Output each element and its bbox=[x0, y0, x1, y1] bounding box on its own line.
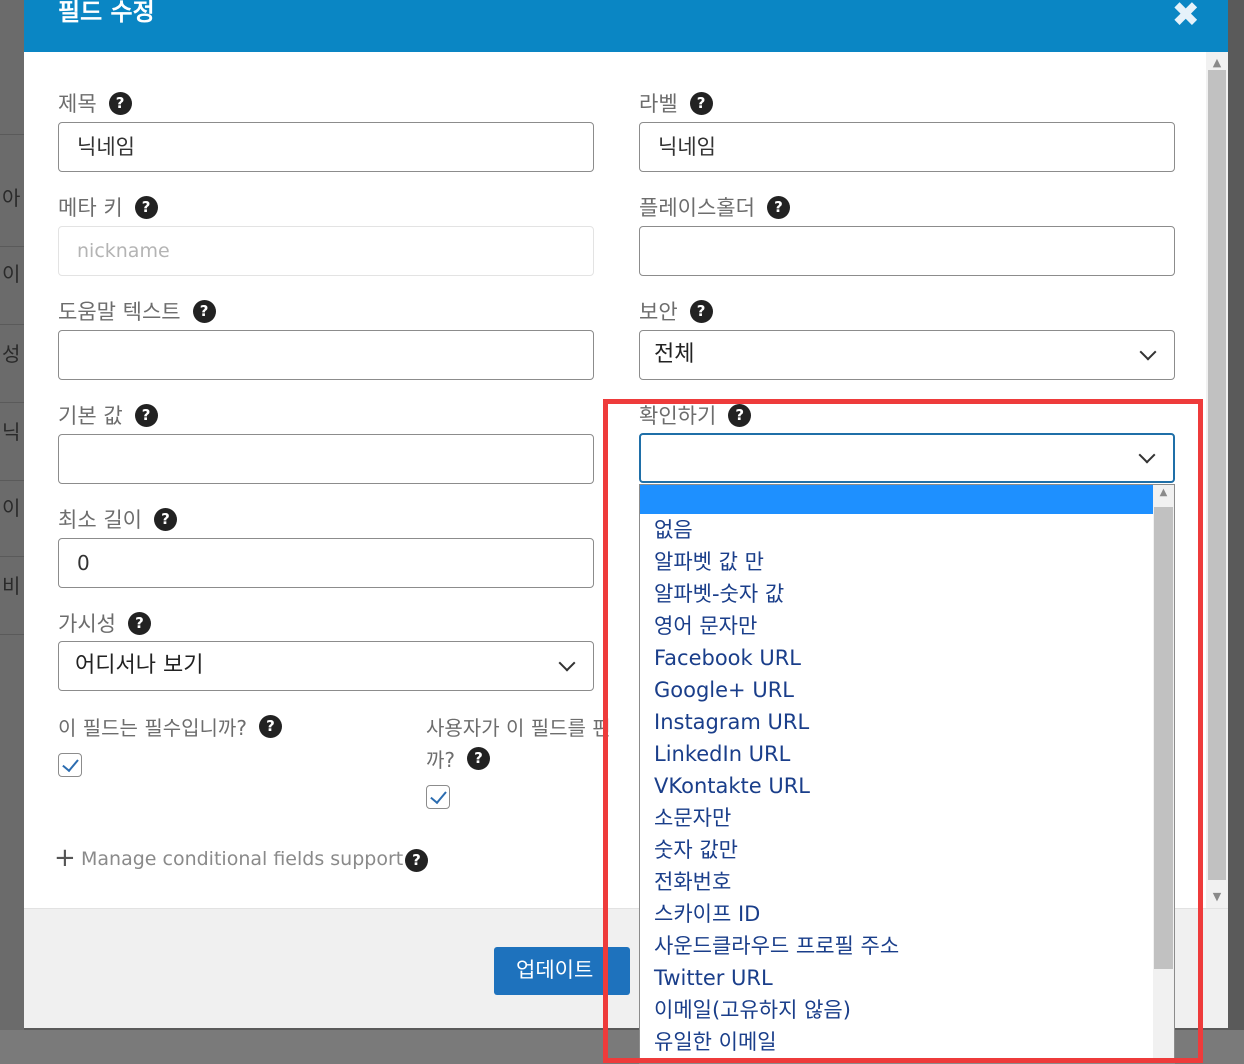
meta-key-input: nickname bbox=[58, 226, 594, 276]
meta-key-label: 메타 키 ? bbox=[58, 192, 158, 222]
dropdown-option[interactable]: LinkedIn URL bbox=[640, 738, 1153, 770]
help-icon[interactable]: ? bbox=[405, 849, 428, 872]
required-label: 이 필드는 필수입니까? ? bbox=[58, 712, 282, 741]
min-length-label: 최소 길이 ? bbox=[58, 504, 177, 534]
plus-icon[interactable]: + bbox=[54, 843, 76, 873]
default-value-input[interactable] bbox=[58, 434, 594, 484]
editable-label-line2: 까? ? bbox=[426, 744, 491, 773]
help-icon[interactable]: ? bbox=[467, 747, 491, 770]
help-icon[interactable]: ? bbox=[134, 403, 158, 427]
modal-scrollbar[interactable]: ▲ ▼ bbox=[1206, 52, 1228, 908]
close-icon[interactable]: ✖ bbox=[1172, 0, 1201, 32]
background-text: 아 bbox=[2, 186, 21, 210]
chevron-down-icon bbox=[1138, 446, 1156, 464]
dropdown-option[interactable]: 유일한 이메일 bbox=[640, 1026, 1153, 1058]
dropdown-option[interactable]: 소문자만 bbox=[640, 802, 1153, 834]
dropdown-option[interactable]: 전화번호 bbox=[640, 866, 1153, 898]
scroll-up-icon[interactable]: ▲ bbox=[1206, 56, 1228, 69]
help-icon[interactable]: ? bbox=[766, 195, 790, 219]
help-text-input[interactable] bbox=[58, 330, 594, 380]
editable-label-line1: 사용자가 이 필드를 편 bbox=[426, 716, 611, 740]
editable-checkbox[interactable] bbox=[426, 785, 450, 809]
scrollbar-thumb[interactable] bbox=[1208, 70, 1226, 880]
dropdown-option[interactable]: Instagram URL bbox=[640, 706, 1153, 738]
dropdown-option[interactable]: 이메일(고유하지 않음) bbox=[640, 994, 1153, 1026]
dropdown-option[interactable]: VKontakte URL bbox=[640, 770, 1153, 802]
dropdown-option[interactable]: 알파벳 값 만 bbox=[640, 546, 1153, 578]
highlighted-option[interactable] bbox=[640, 485, 1153, 514]
min-length-input[interactable]: 0 bbox=[58, 538, 594, 588]
scrollbar-thumb[interactable] bbox=[1154, 507, 1173, 969]
chevron-down-icon bbox=[1139, 343, 1157, 361]
scroll-down-icon[interactable]: ▼ bbox=[1206, 890, 1228, 903]
help-text-label: 도움말 텍스트 ? bbox=[58, 296, 216, 326]
dropdown-option[interactable]: 없음 bbox=[640, 514, 1153, 546]
background-text: 닉 bbox=[2, 420, 21, 444]
visibility-label: 가시성 ? bbox=[58, 608, 151, 638]
help-icon[interactable]: ? bbox=[258, 715, 282, 738]
validate-select[interactable] bbox=[639, 433, 1175, 483]
label-label: 라벨 ? bbox=[639, 88, 713, 118]
required-checkbox[interactable] bbox=[58, 753, 82, 777]
dropdown-option[interactable]: Twitter URL bbox=[640, 962, 1153, 994]
background-text: 성 bbox=[2, 342, 21, 366]
background-page: 아 이 성 닉 이 비 bbox=[0, 0, 24, 1064]
help-icon[interactable]: ? bbox=[108, 91, 132, 115]
dropdown-scrollbar[interactable]: ▲ bbox=[1153, 485, 1174, 1063]
dropdown-option[interactable]: 스카이프 ID bbox=[640, 898, 1153, 930]
dropdown-option[interactable]: 숫자 값만 bbox=[640, 834, 1153, 866]
background-text: 비 bbox=[2, 574, 21, 598]
validate-dropdown-list[interactable]: 없음 알파벳 값 만 알파벳-숫자 값 영어 문자만 Facebook URL Googl… bbox=[639, 484, 1175, 1064]
title-label: 제목 ? bbox=[58, 88, 132, 118]
modal-title: 필드 수정 bbox=[58, 0, 155, 26]
dropdown-option[interactable]: 알파벳-숫자 값 bbox=[640, 578, 1153, 610]
background-text: 이 bbox=[2, 262, 21, 286]
scroll-up-icon[interactable]: ▲ bbox=[1153, 487, 1174, 498]
title-input[interactable]: 닉네임 bbox=[58, 122, 594, 172]
placeholder-label: 플레이스홀더 ? bbox=[639, 192, 790, 222]
help-icon[interactable]: ? bbox=[153, 507, 177, 531]
help-icon[interactable]: ? bbox=[134, 195, 158, 219]
manage-conditional-link[interactable]: Manage conditional fields support bbox=[81, 848, 403, 870]
chevron-down-icon bbox=[558, 654, 576, 672]
privacy-select[interactable]: 전체 bbox=[639, 330, 1175, 380]
help-icon[interactable]: ? bbox=[689, 299, 713, 323]
help-icon[interactable]: ? bbox=[127, 611, 151, 635]
help-icon[interactable]: ? bbox=[728, 403, 752, 427]
modal-header: 필드 수정 ✖ bbox=[24, 0, 1228, 52]
update-button[interactable]: 업데이트 bbox=[494, 947, 630, 995]
dropdown-option[interactable]: 사운드클라우드 프로필 주소 bbox=[640, 930, 1153, 962]
dropdown-option[interactable]: Google+ URL bbox=[640, 674, 1153, 706]
default-value-label: 기본 값 ? bbox=[58, 400, 158, 430]
placeholder-input[interactable] bbox=[639, 226, 1175, 276]
background-text: 이 bbox=[2, 496, 21, 520]
label-input[interactable]: 닉네임 bbox=[639, 122, 1175, 172]
privacy-label: 보안 ? bbox=[639, 296, 713, 326]
visibility-select[interactable]: 어디서나 보기 bbox=[58, 641, 594, 691]
dropdown-option[interactable]: Facebook URL bbox=[640, 642, 1153, 674]
help-icon[interactable]: ? bbox=[689, 91, 713, 115]
help-icon[interactable]: ? bbox=[192, 299, 216, 323]
dropdown-option[interactable]: 영어 문자만 bbox=[640, 610, 1153, 642]
validate-label: 확인하기 ? bbox=[639, 400, 752, 430]
option-list: 없음 알파벳 값 만 알파벳-숫자 값 영어 문자만 Facebook URL Googl… bbox=[640, 514, 1153, 1058]
